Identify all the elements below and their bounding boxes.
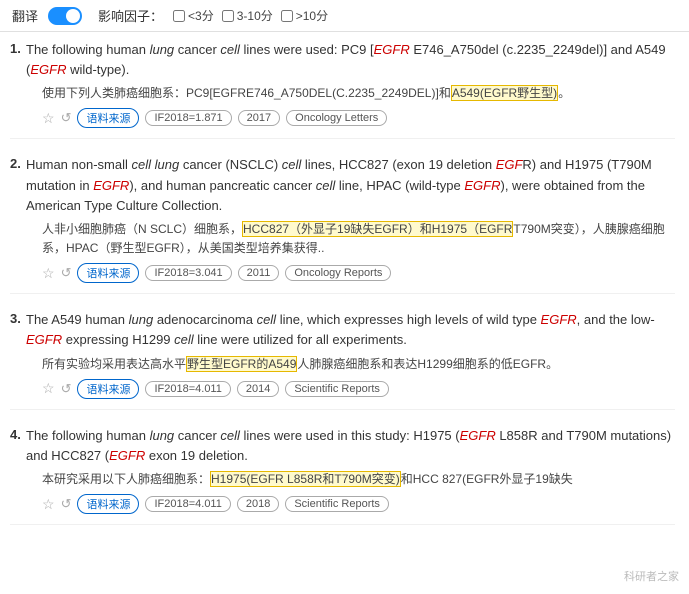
filter-gt10-checkbox[interactable] (281, 10, 293, 22)
translate-toggle[interactable] (48, 7, 82, 25)
result-meta-1: ☆ ↺ 语料来源 IF2018=1.871 2017 Oncology Lett… (42, 108, 675, 128)
filter-lt3-label: <3分 (188, 7, 214, 24)
result-meta-2: ☆ ↺ 语料来源 IF2018=3.041 2011 Oncology Repo… (42, 263, 675, 283)
year-tag-4: 2018 (237, 496, 279, 512)
star-icon-3[interactable]: ☆ (42, 380, 55, 397)
toggle-knob (66, 9, 80, 23)
result-content-4: The following human lung cancer cell lin… (26, 426, 675, 514)
result-item-3: 3. The A549 human lung adenocarcinoma ce… (10, 310, 675, 409)
impact-label: 影响因子： (98, 6, 163, 25)
result-en-2: Human non-small cell lung cancer (NSCLC)… (26, 157, 652, 212)
filter-3to10-label: 3-10分 (237, 7, 273, 24)
result-item-2: 2. Human non-small cell lung cancer (NSC… (10, 155, 675, 294)
watermark: 科研者之家 (624, 568, 679, 584)
star-icon-1[interactable]: ☆ (42, 110, 55, 127)
result-content-3: The A549 human lung adenocarcinoma cell … (26, 310, 675, 398)
refresh-icon-4[interactable]: ↺ (61, 496, 72, 512)
result-en-1: The following human lung cancer cell lin… (26, 42, 666, 77)
journal-tag-3: Scientific Reports (285, 381, 389, 397)
cn-highlight-3: 野生型EGFR的A549 (186, 356, 297, 372)
if-tag-4: IF2018=4.011 (145, 496, 230, 512)
if-tag-2: IF2018=3.041 (145, 265, 231, 281)
refresh-icon-2[interactable]: ↺ (61, 265, 72, 281)
cn-highlight-1: A549(EGFR野生型) (451, 85, 558, 101)
result-cn-3: 所有实验均采用表达高水平野生型EGFR的A549人肺腺癌细胞系和表达H1299细… (42, 355, 675, 374)
cn-highlight-2: HCC827（外显子19缺失EGFR）和H1975（EGFR (242, 221, 513, 237)
result-number-4: 4. (10, 426, 26, 442)
journal-tag-4: Scientific Reports (285, 496, 389, 512)
refresh-icon-1[interactable]: ↺ (61, 110, 72, 126)
top-bar: 翻译 影响因子： <3分 3-10分 >10分 (0, 0, 689, 32)
if-tag-3: IF2018=4.011 (145, 381, 230, 397)
source-tag-2[interactable]: 语料来源 (77, 263, 139, 283)
cn-highlight-4: H1975(EGFR L858R和T790M突变) (210, 471, 401, 487)
result-number-3: 3. (10, 310, 26, 326)
source-tag-1[interactable]: 语料来源 (77, 108, 139, 128)
result-item-4: 4. The following human lung cancer cell … (10, 426, 675, 525)
filter-3to10-checkbox[interactable] (222, 10, 234, 22)
filter-lt3-checkbox[interactable] (173, 10, 185, 22)
filter-3to10[interactable]: 3-10分 (222, 7, 273, 24)
result-cn-4: 本研究采用以下人肺癌细胞系：H1975(EGFR L858R和T790M突变)和… (42, 470, 675, 489)
result-item-1: 1. The following human lung cancer cell … (10, 40, 675, 139)
year-tag-3: 2014 (237, 381, 279, 397)
year-tag-2: 2011 (238, 265, 280, 281)
result-en-4: The following human lung cancer cell lin… (26, 428, 671, 463)
source-tag-3[interactable]: 语料来源 (77, 379, 139, 399)
journal-tag-1: Oncology Letters (286, 110, 387, 126)
filter-gt10[interactable]: >10分 (281, 7, 328, 24)
year-tag-1: 2017 (238, 110, 280, 126)
filter-lt3[interactable]: <3分 (173, 7, 214, 24)
impact-filters: <3分 3-10分 >10分 (173, 7, 328, 24)
refresh-icon-3[interactable]: ↺ (61, 381, 72, 397)
source-tag-4[interactable]: 语料来源 (77, 494, 139, 514)
journal-tag-2: Oncology Reports (285, 265, 391, 281)
result-meta-4: ☆ ↺ 语料来源 IF2018=4.011 2018 Scientific Re… (42, 494, 675, 514)
if-tag-1: IF2018=1.871 (145, 110, 231, 126)
result-content-2: Human non-small cell lung cancer (NSCLC)… (26, 155, 675, 283)
result-number-1: 1. (10, 40, 26, 56)
filter-gt10-label: >10分 (296, 7, 328, 24)
result-meta-3: ☆ ↺ 语料来源 IF2018=4.011 2014 Scientific Re… (42, 379, 675, 399)
result-cn-1: 使用下列人类肺癌细胞系：PC9[EGFRE746_A750DEL(C.2235_… (42, 84, 675, 103)
translate-label: 翻译 (12, 6, 38, 25)
star-icon-2[interactable]: ☆ (42, 265, 55, 282)
star-icon-4[interactable]: ☆ (42, 496, 55, 513)
result-en-3: The A549 human lung adenocarcinoma cell … (26, 312, 655, 347)
result-content-1: The following human lung cancer cell lin… (26, 40, 675, 128)
result-number-2: 2. (10, 155, 26, 171)
result-cn-2: 人非小细胞肺癌（N SCLC）细胞系，HCC827（外显子19缺失EGFR）和H… (42, 220, 675, 258)
results-container: 1. The following human lung cancer cell … (0, 32, 689, 549)
